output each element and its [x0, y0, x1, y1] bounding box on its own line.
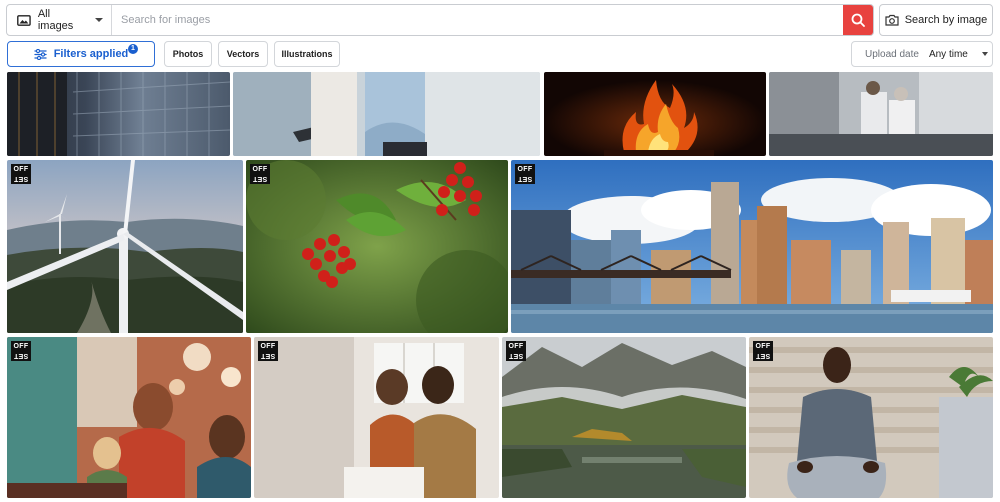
image-tile-family-restaurant[interactable]: OFF SET: [7, 337, 251, 498]
image-tile-office[interactable]: [769, 72, 993, 156]
upload-date-label: Upload date: [865, 48, 919, 60]
image-tile-couple-talking[interactable]: OFF SET: [254, 337, 499, 498]
business-people-image: [233, 72, 540, 156]
couple-talking-image: [254, 337, 499, 498]
image-tile-city-skyline[interactable]: OFF SET: [511, 160, 993, 333]
asset-type-dropdown[interactable]: All images: [7, 5, 112, 35]
search-icon: [851, 13, 865, 27]
search-input[interactable]: [112, 5, 843, 35]
image-icon: [17, 14, 31, 26]
asset-type-label: All images: [37, 8, 74, 32]
search-bar: All images: [6, 4, 874, 36]
chevron-down-icon: [981, 52, 988, 56]
sliders-icon: [34, 48, 47, 60]
wind-turbine-image: [7, 160, 243, 333]
camera-icon: [885, 14, 899, 26]
search-by-image-button[interactable]: Search by image: [879, 4, 993, 36]
filters-button[interactable]: Filters applied 1: [7, 41, 155, 67]
offset-badge: OFF SET: [506, 341, 526, 361]
glass-building-image: [7, 72, 230, 156]
chip-illustrations[interactable]: Illustrations: [274, 41, 340, 67]
image-tile-fire[interactable]: [544, 72, 766, 156]
offset-badge: OFF SET: [250, 164, 270, 184]
chevron-down-icon: [95, 18, 103, 22]
image-tile-meditation[interactable]: OFF SET: [749, 337, 993, 498]
search-button[interactable]: [843, 5, 873, 35]
chip-photos[interactable]: Photos: [164, 41, 212, 67]
image-grid: OFF SET OFF SET OFF SET OFF SET OFF SET …: [0, 0, 1000, 502]
image-tile-mountain-lake[interactable]: OFF SET: [502, 337, 746, 498]
image-tile-wind-turbine[interactable]: OFF SET: [7, 160, 243, 333]
family-restaurant-image: [7, 337, 251, 498]
office-image: [769, 72, 993, 156]
offset-badge: OFF SET: [11, 341, 31, 361]
mountain-lake-image: [502, 337, 746, 498]
chip-vectors[interactable]: Vectors: [218, 41, 268, 67]
offset-badge: OFF SET: [753, 341, 773, 361]
search-by-image-label: Search by image: [904, 14, 988, 26]
city-skyline-image: [511, 160, 993, 333]
offset-badge: OFF SET: [515, 164, 535, 184]
image-tile-business-people[interactable]: [233, 72, 540, 156]
upload-date-dropdown[interactable]: Upload date Any time: [851, 41, 993, 67]
offset-badge: OFF SET: [258, 341, 278, 361]
fire-image: [544, 72, 766, 156]
image-tile-red-berries[interactable]: OFF SET: [246, 160, 508, 333]
offset-badge: OFF SET: [11, 164, 31, 184]
filter-bar: Filters applied 1 Photos Vectors Illustr…: [0, 40, 1000, 73]
red-berries-image: [246, 160, 508, 333]
search-header: All images Search by image: [0, 0, 1000, 40]
upload-date-value: Any time: [928, 48, 968, 60]
filters-count-badge: 1: [128, 44, 138, 54]
meditation-image: [749, 337, 993, 498]
image-tile-glass-building[interactable]: [7, 72, 230, 156]
filters-label: Filters applied: [53, 48, 129, 60]
